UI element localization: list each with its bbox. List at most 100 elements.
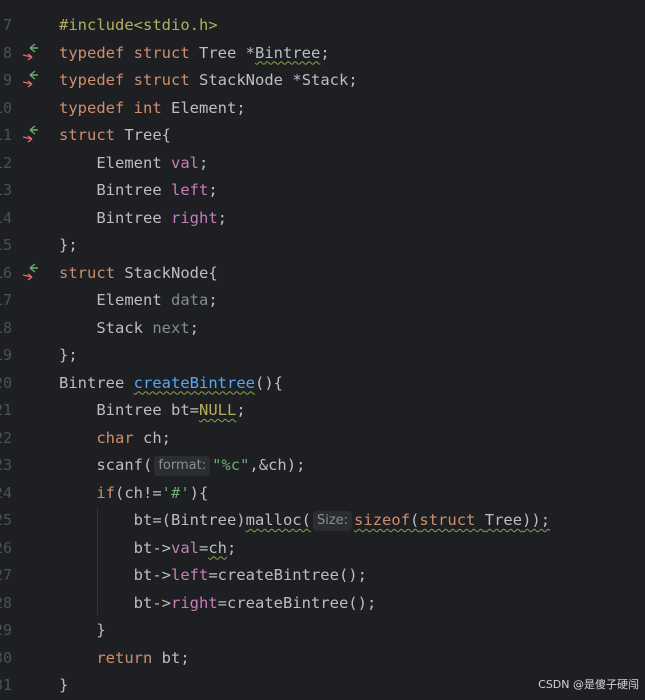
code-line: Element data;	[59, 287, 645, 315]
line-number: 17	[0, 291, 12, 309]
pointer: *	[283, 71, 302, 89]
struct-name: Tree{	[124, 126, 172, 144]
type-name: Stack	[96, 318, 143, 337]
parameter-hint: Size:	[312, 511, 353, 531]
code-line: return bt;	[59, 645, 645, 673]
code-line: bt->left=createBintree();	[59, 562, 645, 590]
expression: =createBintree();	[208, 566, 367, 584]
field-name: val	[171, 153, 199, 172]
keyword: struct	[419, 511, 476, 529]
punctuation: ;	[208, 291, 218, 309]
keyword: struct	[59, 263, 115, 282]
variable: ch;	[143, 428, 171, 447]
string-literal: "%c"	[212, 456, 250, 474]
field-name: val	[170, 538, 199, 557]
punctuation: };	[59, 346, 78, 364]
punctuation: (){	[255, 373, 283, 392]
line-number: 10	[0, 98, 12, 117]
type-name: Tree	[484, 511, 523, 529]
line-number-gutter: 7 8 9 10 11 12 13 14 15 16 17 18 19 20 21 22 23 24 25 26 27 2…	[0, 0, 52, 698]
punctuation: ;	[236, 401, 246, 419]
punctuation: }	[96, 621, 106, 639]
code-line: struct Tree{	[59, 122, 645, 150]
type-name: Bintree	[96, 401, 162, 419]
code-area[interactable]: #include<stdio.h> typedef struct Tree *B…	[59, 12, 645, 700]
line-number: 23	[0, 456, 12, 474]
line-number: 20	[0, 373, 12, 392]
line-number: 29	[0, 621, 12, 639]
keyword: struct	[59, 126, 115, 144]
line-number: 27	[0, 566, 12, 584]
expression: bt->	[133, 566, 171, 584]
code-editor[interactable]: 7 8 9 10 11 12 13 14 15 16 17 18 19 20 21 22 23 24 25 26 27 2…	[0, 0, 645, 698]
code-line: Bintree createBintree(){	[59, 370, 645, 398]
line-number: 18	[0, 318, 12, 337]
code-line: #include<stdio.h>	[59, 12, 645, 40]
line-number: 28	[0, 593, 12, 612]
punctuation: ;	[320, 43, 330, 62]
line-number: 31	[0, 676, 12, 694]
type-name: Element	[96, 153, 162, 172]
code-line: Bintree left;	[59, 177, 645, 205]
variable: bt=	[171, 401, 199, 419]
parameter-hint: format:	[154, 456, 211, 476]
keyword: struct	[133, 71, 190, 89]
function-name[interactable]: createBintree	[134, 374, 255, 392]
expression: =createBintree();	[217, 593, 377, 612]
punctuation: (	[410, 511, 420, 529]
code-line: typedef struct StackNode *Stack;	[59, 67, 645, 95]
type-name: Bintree	[96, 181, 162, 199]
punctuation: ;	[189, 318, 200, 337]
keyword: if	[96, 483, 115, 502]
implementation-arrow-icon[interactable]	[21, 260, 43, 288]
punctuation: =	[198, 538, 209, 557]
code-line: if(ch!='#'){	[59, 480, 645, 508]
function-call: malloc(	[245, 511, 311, 529]
line-number: 7	[2, 16, 12, 34]
code-line: struct StackNode{	[59, 260, 645, 288]
code-line: };	[59, 342, 645, 370]
line-number: 24	[0, 483, 12, 502]
keyword: char	[96, 428, 134, 447]
code-line: bt=(Bintree)malloc(Size: sizeof(struct Tr…	[59, 507, 645, 535]
keyword: int	[133, 98, 162, 117]
expression: bt;	[152, 648, 190, 667]
implementation-arrow-icon[interactable]	[21, 67, 43, 95]
punctuation: ;	[217, 208, 228, 227]
implementation-arrow-icon[interactable]	[21, 122, 43, 150]
code-line: Stack next;	[59, 315, 645, 343]
field-name: next	[152, 318, 190, 337]
code-line: typedef struct Tree *Bintree;	[59, 40, 645, 68]
code-line: }	[59, 617, 645, 645]
type-alias: Bintree	[255, 43, 321, 62]
keyword: typedef	[59, 43, 125, 62]
implementation-arrow-icon[interactable]	[21, 40, 43, 68]
punctuation: ,&ch);	[249, 456, 306, 474]
expression: bt->	[133, 538, 171, 557]
include-directive: #include<stdio.h>	[59, 16, 218, 34]
code-line: char ch;	[59, 425, 645, 453]
line-number: 15	[0, 236, 12, 254]
type-name: Bintree	[59, 373, 125, 392]
code-line: bt->right=createBintree();	[59, 590, 645, 618]
punctuation: ;	[208, 181, 218, 199]
punctuation: };	[59, 236, 78, 254]
type-name: Bintree	[96, 208, 162, 227]
line-number: 9	[2, 71, 12, 89]
variable: ch	[208, 538, 227, 557]
expression: (ch!=	[115, 483, 162, 502]
punctuation: ));	[522, 511, 551, 529]
code-line: Element val;	[59, 150, 645, 178]
keyword: return	[96, 648, 153, 667]
code-line: };	[59, 232, 645, 260]
line-number: 21	[0, 401, 12, 419]
line-number: 16	[0, 263, 12, 282]
keyword: typedef	[59, 71, 125, 89]
field-name: data	[171, 291, 209, 309]
line-number: 11	[0, 126, 12, 144]
field-name: left	[170, 566, 209, 584]
code-line: bt->val=ch;	[59, 535, 645, 563]
field-name: right	[171, 208, 218, 227]
line-number: 8	[2, 43, 12, 62]
expression: bt->	[133, 593, 171, 612]
